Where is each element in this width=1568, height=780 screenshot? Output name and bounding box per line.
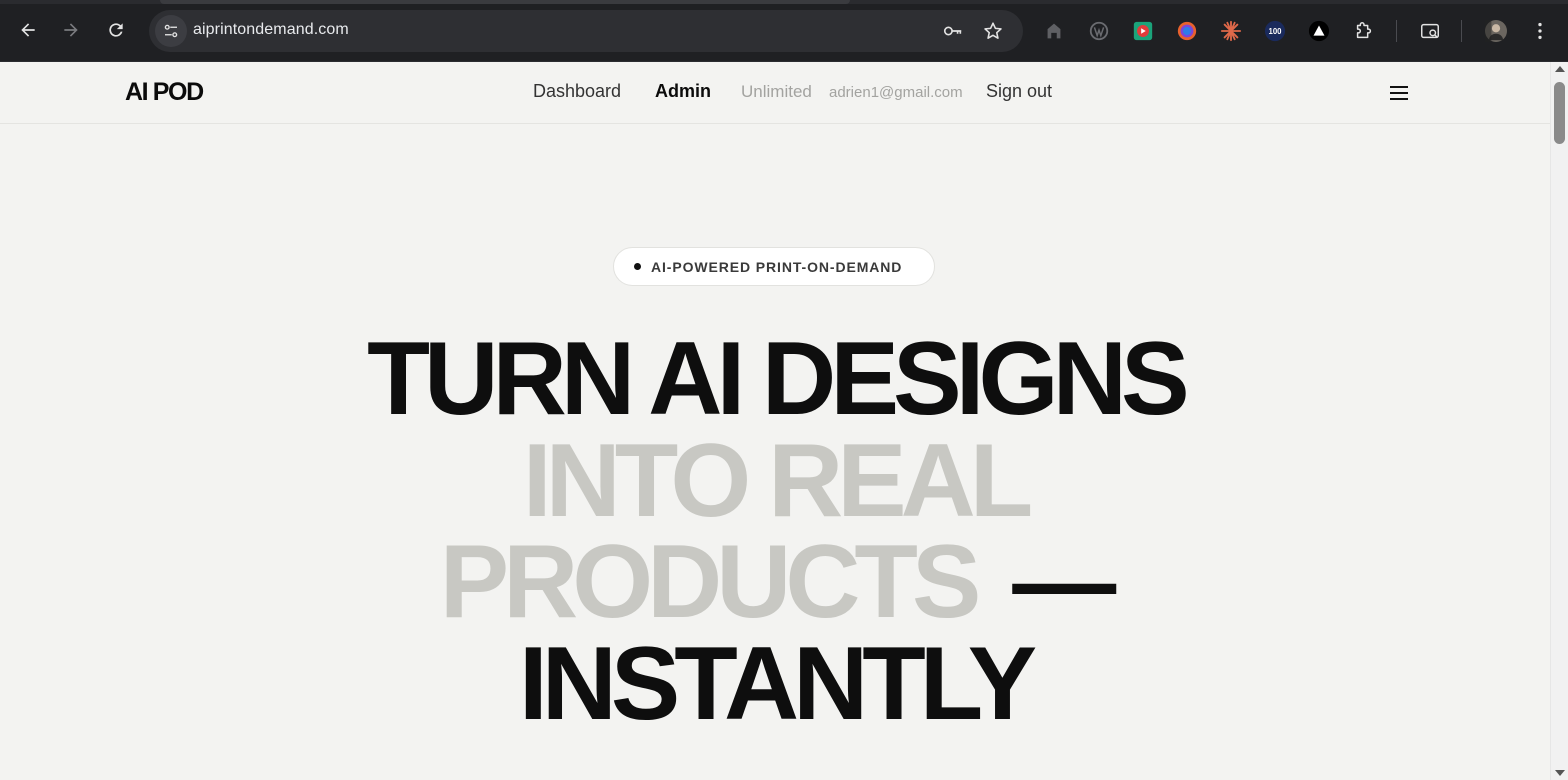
extension-color[interactable] [1174, 18, 1200, 44]
hero-line-4: INSTANTLY [0, 632, 1550, 736]
hero-line-4-text: INSTANTLY [518, 626, 1037, 742]
100-badge-icon: 100 [1264, 20, 1286, 42]
site-header: AI POD Dashboard Admin Unlimited adrien1… [0, 62, 1550, 124]
site-logo[interactable]: AI POD [125, 78, 204, 107]
arrow-left-icon [21, 23, 35, 37]
wordpress-icon [1089, 21, 1109, 41]
hero-line-3: PRODUCTS — [0, 530, 1550, 634]
video-play-icon [1133, 21, 1153, 41]
extensions-menu-button[interactable] [1351, 18, 1377, 44]
nav-admin-link[interactable]: Admin [655, 81, 711, 102]
scroll-down-arrow-icon[interactable] [1555, 770, 1565, 776]
hero-line-3-text: PRODUCTS [439, 524, 982, 640]
badge-dot [634, 263, 641, 270]
plan-label: Unlimited [741, 82, 812, 101]
reload-icon [109, 23, 123, 37]
bookmark-star-button[interactable] [981, 19, 1005, 43]
more-vert-icon [1538, 22, 1542, 40]
address-bar[interactable]: aiprintondemand.com [149, 10, 1023, 52]
forward-button[interactable] [55, 14, 87, 46]
extension-wordpress[interactable] [1086, 18, 1112, 44]
search-tab-button[interactable] [1417, 18, 1443, 44]
arrow-right-icon [64, 23, 78, 37]
extension-sparkle[interactable] [1218, 18, 1244, 44]
extension-home[interactable] [1041, 18, 1067, 44]
star-icon [984, 22, 1002, 39]
hero-badge: AI-POWERED PRINT-ON-DEMAND [613, 247, 935, 286]
url-text[interactable]: aiprintondemand.com [193, 21, 349, 39]
key-icon [943, 26, 962, 36]
browser-menu-button[interactable] [1527, 18, 1553, 44]
signout-link[interactable]: Sign out [986, 81, 1052, 102]
hero-line-1: TURN AI DESIGNS [0, 327, 1550, 431]
extension-triangle[interactable] [1306, 18, 1332, 44]
toolbar-separator [1461, 20, 1462, 42]
nav-dashboard-link[interactable]: Dashboard [533, 81, 621, 102]
hero-line-1-text: TURN AI DESIGNS [366, 321, 1190, 437]
tune-icon [164, 24, 178, 38]
tab-search-icon [1421, 23, 1439, 39]
menu-button[interactable] [1386, 81, 1412, 105]
triangle-icon [1308, 20, 1330, 42]
back-button[interactable] [12, 14, 44, 46]
hero-line-2-text: INTO REAL [522, 423, 1034, 539]
hero-line-2: INTO REAL [0, 429, 1550, 533]
password-key-button[interactable] [941, 19, 965, 43]
scroll-up-arrow-icon[interactable] [1555, 66, 1565, 72]
color-wheel-icon [1177, 21, 1197, 41]
profile-avatar[interactable] [1483, 18, 1509, 44]
badge-100-text: 100 [1269, 27, 1283, 36]
user-email: adrien1@gmail.com [829, 84, 963, 101]
home-icon [1047, 23, 1061, 39]
sparkle-icon [1220, 20, 1242, 42]
hamburger-icon [1390, 86, 1408, 100]
active-tab-edge[interactable] [160, 0, 850, 4]
extension-100[interactable]: 100 [1262, 18, 1288, 44]
hero-line-3-dash: — [1012, 524, 1116, 640]
avatar-icon [1485, 20, 1507, 42]
site-info-button[interactable] [155, 15, 187, 47]
badge-text: AI-POWERED PRINT-ON-DEMAND [651, 259, 903, 275]
extension-video[interactable] [1130, 18, 1156, 44]
reload-button[interactable] [100, 14, 132, 46]
page-viewport: AI POD Dashboard Admin Unlimited adrien1… [0, 62, 1550, 780]
scroll-thumb[interactable] [1554, 82, 1565, 144]
browser-toolbar: aiprintondemand.com 100 [0, 0, 1568, 62]
puzzle-extensions-icon [1356, 22, 1372, 39]
toolbar-separator [1396, 20, 1397, 42]
page-scrollbar[interactable] [1550, 62, 1568, 780]
